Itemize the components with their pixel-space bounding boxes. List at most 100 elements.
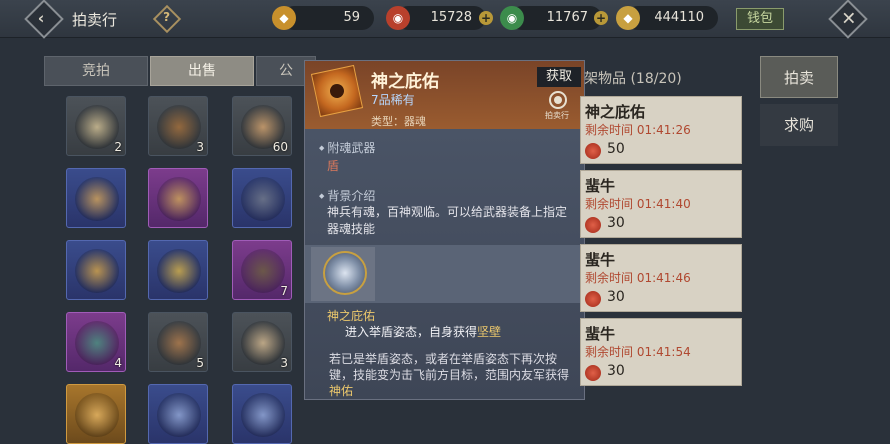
listing-price: 30 [607,215,625,231]
inventory-slot[interactable] [232,168,292,228]
inventory-slot[interactable]: 7 [232,240,292,300]
skill-desc-text: 进入举盾姿态，自身获得 [345,325,478,339]
red-gem-icon [585,365,601,381]
inventory-slot[interactable] [66,168,126,228]
auction-house-icon[interactable] [549,91,567,109]
inventory-slot[interactable]: 3 [232,312,292,372]
popup-body: 附魂武器 盾 背景介绍 神兵有魂，百神观临。可以给武器装备上指定器魂技能 神之庇… [305,129,584,399]
obtain-button[interactable]: 获取 [537,67,581,87]
item-name: 神之庇佑 [371,72,439,92]
listing-header: 架物品 (18/20) [584,71,682,87]
item-count: 2 [114,140,122,154]
skill-name: 神之庇佑 [327,309,376,323]
pipa-instrument-icon [75,177,119,221]
help-button[interactable]: ? [152,4,182,34]
listing-card[interactable]: 蜚牛剩余时间 01:41:40 30 [580,170,742,238]
tab-bidding[interactable]: 竞拍 [44,56,148,86]
close-button[interactable]: ✕ [828,0,868,39]
inventory-slot[interactable]: 4 [66,312,126,372]
item-count: 5 [196,356,204,370]
ornate-medallion-icon [75,249,119,293]
listing-time: 剩余时间 01:41:40 [585,197,691,211]
currency-value: 59 [343,10,360,25]
close-icon: ✕ [841,8,857,30]
listing-name: 蜚牛 [585,177,616,195]
listing-price: 30 [607,289,625,305]
gold-ingot-icon: ◆ [616,6,640,30]
side-tab-auction[interactable]: 拍卖 [760,56,838,98]
coin-bag-icon: ◆ [272,6,296,30]
item-type: 类型：器魂 [371,115,426,128]
item-count: 7 [280,284,288,298]
add-green-gem-button[interactable]: + [594,11,608,25]
inventory-slot[interactable]: 2 [66,96,126,156]
back-button[interactable]: ‹ [24,0,64,39]
listing-card[interactable]: 神之庇佑剩余时间 01:41:26 50 [580,96,742,164]
leather-pouch-icon [241,249,285,293]
inventory-slot[interactable] [66,384,126,444]
item-count: 3 [196,140,204,154]
inventory-slot[interactable] [148,240,208,300]
inventory-slot[interactable] [148,168,208,228]
weapon-value: 盾 [327,159,340,173]
item-detail-popup: 神之庇佑 7品稀有 类型：器魂 获取 拍卖行 附魂武器 盾 背景介绍 神兵有魂，… [304,60,585,400]
chain-whip-icon [241,177,285,221]
skill-desc-keyword: 坚壁 [477,325,502,339]
listing-name: 神之庇佑 [585,103,646,121]
currency-value: 15728 [430,10,472,25]
page-title: 拍卖行 [72,11,118,29]
currency-red-gem: ◉ 15728 [386,6,486,30]
red-gem-icon: ◉ [386,6,410,30]
weapon-section-title: 附魂武器 [319,139,375,156]
add-red-gem-button[interactable]: + [479,11,493,25]
listing-time: 剩余时间 01:41:46 [585,271,691,285]
rope-coil-icon [157,105,201,149]
inventory-slot[interactable]: 5 [148,312,208,372]
help-icon: ? [163,10,171,25]
ornate-medallion-icon [157,249,201,293]
red-gem-icon [585,291,601,307]
listing-time: 剩余时间 01:41:26 [585,123,691,137]
listing-card[interactable]: 蜚牛剩余时间 01:41:46 30 [580,244,742,312]
green-gem-icon: ◉ [500,6,524,30]
listing-name: 蜚牛 [585,325,616,343]
currency-green-gem: ◉ 11767 [500,6,602,30]
herb-bundle-icon [241,321,285,365]
listing-name: 蜚牛 [585,251,616,269]
currency-value: 11767 [546,10,588,25]
top-bar: ‹ 拍卖行 ? ◆ 59 ◉ 15728 + ◉ 11767 + ◆ 44411… [0,0,890,39]
listing-time: 剩余时间 01:41:54 [585,345,691,359]
currency-coin-bag: ◆ 59 [272,6,374,30]
listing-price: 30 [607,363,625,379]
item-count: 3 [280,356,288,370]
skill-icon-box[interactable] [311,247,375,301]
skill-detail-keyword: 神佑 [329,384,354,398]
listing-price: 50 [607,141,625,157]
inventory-slot[interactable] [148,384,208,444]
currency-value: 444110 [654,10,704,25]
item-count: 4 [114,356,122,370]
side-tab-wanted[interactable]: 求购 [760,104,838,146]
inventory-slot[interactable]: 60 [232,96,292,156]
skill-description: 进入举盾姿态，自身获得坚壁 [345,323,501,340]
currency-gold-ingot: ◆ 444110 [616,6,718,30]
back-arrow-icon: ‹ [37,8,45,28]
inventory-slot[interactable] [66,240,126,300]
inventory-slot[interactable] [232,384,292,444]
shield-skill-icon [323,251,367,295]
skill-detail-text: 若已是举盾姿态，或者在举盾姿态下再次按键，技能变为击飞前方目标，范围内友军获得 [329,352,570,382]
background-section-title: 背景介绍 [319,187,375,204]
skill-detail: 若已是举盾姿态，或者在举盾姿态下再次按键，技能变为击飞前方目标，范围内友军获得神… [329,351,579,399]
bull-skull-icon [75,105,119,149]
listing-card[interactable]: 蜚牛剩余时间 01:41:54 30 [580,318,742,386]
bronze-bowl-icon [157,321,201,365]
inventory-slot[interactable]: 3 [148,96,208,156]
wallet-button[interactable]: 钱包 [736,8,784,30]
item-rarity: 7品稀有 [371,93,415,107]
popup-header: 神之庇佑 7品稀有 类型：器魂 获取 拍卖行 [305,61,584,129]
pipa-instrument-icon [157,177,201,221]
teal-cloth-icon [75,321,119,365]
tab-selling[interactable]: 出售 [150,56,254,86]
talisman-icon [310,64,364,118]
item-count: 60 [272,140,288,154]
